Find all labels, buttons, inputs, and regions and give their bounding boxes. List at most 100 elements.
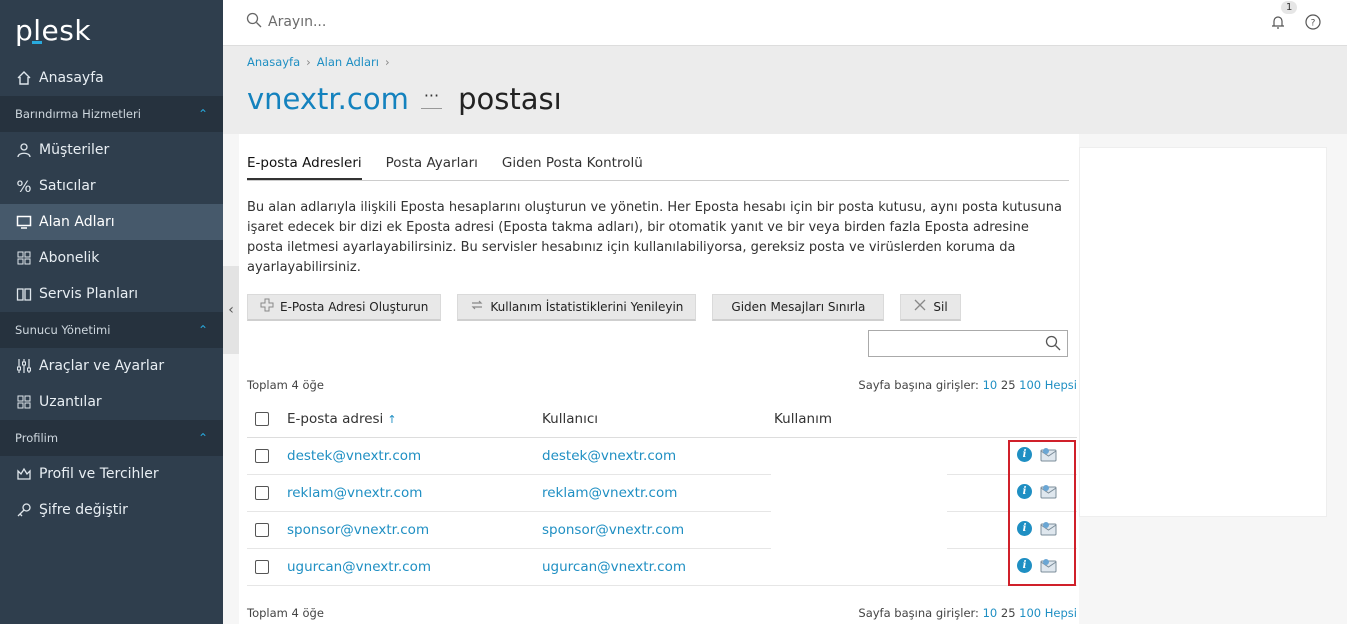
search-input[interactable]: [268, 14, 568, 30]
plesk-logo[interactable]: plesk: [0, 0, 223, 60]
domain-more-button[interactable]: ···: [420, 88, 443, 109]
list-search: [868, 330, 1068, 357]
email-link[interactable]: destek@vnextr.com: [287, 448, 542, 464]
key-icon: [15, 501, 33, 519]
toolbar: E-Posta Adresi Oluşturun Kullanım İstati…: [247, 294, 961, 321]
tab-outgoing-mail-control[interactable]: Giden Posta Kontrolü: [502, 155, 643, 180]
search-icon[interactable]: [1045, 335, 1061, 355]
page-description: Bu alan adlarıyla ilişkili Eposta hesapl…: [247, 200, 1062, 275]
email-link[interactable]: reklam@vnextr.com: [287, 485, 542, 501]
column-usage[interactable]: Kullanım: [774, 411, 1007, 427]
per-page-100[interactable]: 100: [1019, 378, 1041, 392]
list-summary-bottom: Toplam 4 öğe Sayfa başına girişler: 10 2…: [247, 606, 1077, 620]
per-page-all[interactable]: Hepsi: [1045, 378, 1077, 392]
sort-asc-icon: ↑: [387, 412, 397, 426]
sidebar-item-customers[interactable]: Müşteriler: [0, 132, 223, 168]
select-all-checkbox[interactable]: [255, 411, 269, 426]
tab-email-addresses[interactable]: E-posta Adresleri: [247, 155, 362, 180]
table-row: destek@vnextr.com destek@vnextr.com i: [247, 438, 1077, 475]
sidebar-item-home[interactable]: Anasayfa: [0, 60, 223, 96]
close-icon: [913, 298, 927, 316]
sidebar: plesk Anasayfa Barındırma Hizmetleri ⌃ M…: [0, 0, 223, 624]
global-search: [246, 12, 568, 32]
table-header: E-posta adresi ↑ Kullanıcı Kullanım: [247, 400, 1077, 438]
email-link[interactable]: ugurcan@vnextr.com: [287, 559, 542, 575]
sidebar-item-extensions[interactable]: Uzantılar: [0, 384, 223, 420]
chevron-up-icon: ⌃: [197, 431, 208, 445]
crown-icon: [15, 465, 33, 483]
breadcrumb-separator: ›: [384, 55, 390, 69]
top-actions: 1 ?: [1269, 1, 1321, 35]
sidebar-item-service-plans[interactable]: Servis Planları: [0, 276, 223, 312]
per-page-10[interactable]: 10: [983, 378, 998, 392]
row-checkbox[interactable]: [255, 486, 269, 500]
table-row: reklam@vnextr.com reklam@vnextr.com i: [247, 475, 1077, 512]
breadcrumb-home[interactable]: Anasayfa: [247, 55, 300, 69]
row-checkbox[interactable]: [255, 523, 269, 537]
home-icon: [15, 69, 33, 87]
usage-area: [771, 440, 947, 584]
row-checkbox[interactable]: [255, 560, 269, 574]
user-link[interactable]: reklam@vnextr.com: [542, 485, 774, 501]
user-link[interactable]: ugurcan@vnextr.com: [542, 559, 774, 575]
breadcrumb: Anasayfa › Alan Adları ›: [247, 55, 390, 69]
list-search-input[interactable]: [869, 331, 1039, 355]
sidebar-item-tools[interactable]: Araçlar ve Ayarlar: [0, 348, 223, 384]
help-button[interactable]: ?: [1305, 14, 1321, 34]
percent-icon: %: [16, 176, 32, 196]
chevron-up-icon: ⌃: [197, 323, 208, 337]
sidebar-item-domains[interactable]: Alan Adları: [0, 204, 223, 240]
sidebar-item-change-password[interactable]: Şifre değiştir: [0, 492, 223, 528]
email-table: E-posta adresi ↑ Kullanıcı Kullanım deste…: [247, 400, 1077, 586]
notifications-button[interactable]: 1: [1269, 1, 1298, 35]
page-title-domain[interactable]: vnextr.com: [247, 82, 409, 116]
sliders-icon: [15, 357, 33, 375]
monitor-icon: [15, 213, 33, 231]
sidebar-item-subscriptions[interactable]: Abonelik: [0, 240, 223, 276]
list-summary-top: Toplam 4 öğe Sayfa başına girişler: 10 2…: [247, 378, 1077, 392]
help-icon: ?: [1305, 14, 1321, 30]
sidebar-section-hosting[interactable]: Barındırma Hizmetleri ⌃: [0, 96, 223, 132]
page-header: Anasayfa › Alan Adları › vnextr.com ··· …: [223, 46, 1347, 134]
per-page-all[interactable]: Hepsi: [1045, 606, 1077, 620]
table-row: ugurcan@vnextr.com ugurcan@vnextr.com i: [247, 549, 1077, 586]
per-page-10[interactable]: 10: [983, 606, 998, 620]
refresh-stats-button[interactable]: Kullanım İstatistiklerini Yenileyin: [457, 294, 697, 321]
per-page-selector: Sayfa başına girişler: 10 25 100 Hepsi: [858, 606, 1077, 620]
column-user[interactable]: Kullanıcı: [542, 411, 774, 427]
sidebar-collapse-handle[interactable]: ‹: [223, 266, 239, 354]
sidebar-section-profile[interactable]: Profilim ⌃: [0, 420, 223, 456]
column-email[interactable]: E-posta adresi ↑: [287, 411, 542, 427]
chevron-up-icon: ⌃: [197, 107, 208, 121]
email-link[interactable]: sponsor@vnextr.com: [287, 522, 542, 538]
user-icon: [15, 141, 33, 159]
limit-outgoing-button[interactable]: Giden Mesajları Sınırla: [712, 294, 885, 321]
right-panel: [1079, 147, 1327, 517]
page-title-suffix: postası: [458, 82, 562, 116]
grid-icon: [15, 249, 33, 267]
chevron-left-icon: ‹: [228, 302, 234, 318]
book-icon: [15, 285, 33, 303]
sidebar-item-resellers[interactable]: % Satıcılar: [0, 168, 223, 204]
row-checkbox[interactable]: [255, 449, 269, 463]
per-page-100[interactable]: 100: [1019, 606, 1041, 620]
refresh-icon: [470, 298, 484, 316]
tab-mail-settings[interactable]: Posta Ayarları: [386, 155, 478, 180]
notification-count: 1: [1281, 1, 1298, 14]
plus-icon: [260, 298, 274, 316]
per-page-25[interactable]: 25: [1001, 378, 1016, 392]
sidebar-section-server[interactable]: Sunucu Yönetimi ⌃: [0, 312, 223, 348]
create-email-button[interactable]: E-Posta Adresi Oluşturun: [247, 294, 442, 321]
svg-text:?: ?: [1311, 19, 1316, 29]
bell-icon: [1272, 16, 1284, 29]
sidebar-item-profile[interactable]: Profil ve Tercihler: [0, 456, 223, 492]
breadcrumb-domains[interactable]: Alan Adları: [317, 55, 379, 69]
delete-button[interactable]: Sil: [900, 294, 961, 321]
tabs: E-posta Adresleri Posta Ayarları Giden P…: [247, 155, 1069, 181]
highlight-box: [1008, 440, 1076, 586]
top-bar: 1 ?: [223, 0, 1347, 46]
user-link[interactable]: destek@vnextr.com: [542, 448, 774, 464]
user-link[interactable]: sponsor@vnextr.com: [542, 522, 774, 538]
per-page-25[interactable]: 25: [1001, 606, 1016, 620]
per-page-selector: Sayfa başına girişler: 10 25 100 Hepsi: [858, 378, 1077, 392]
